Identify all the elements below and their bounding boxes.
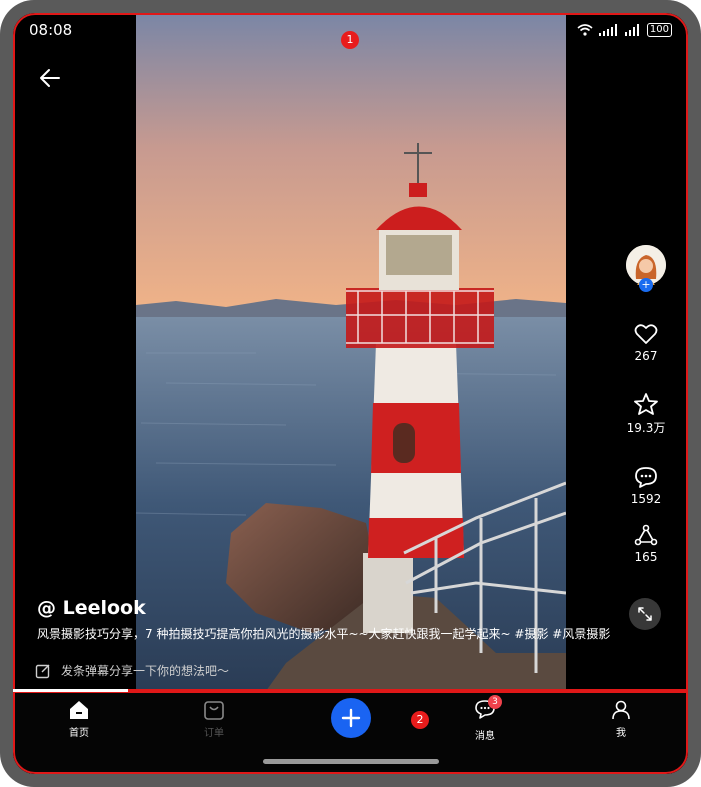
signal-icon bbox=[598, 24, 617, 36]
like-count: 267 bbox=[634, 349, 658, 363]
nav-orders[interactable]: 订单 bbox=[203, 699, 225, 739]
video-progress[interactable] bbox=[13, 689, 128, 692]
author-name[interactable]: @ Leelook bbox=[37, 597, 146, 619]
back-arrow-icon bbox=[40, 69, 60, 87]
nav-me[interactable]: 我 bbox=[610, 699, 632, 739]
nav-me-label: 我 bbox=[616, 728, 626, 739]
annotation-badge-1: 1 bbox=[341, 31, 359, 49]
danmu-placeholder: 发条弹幕分享一下你的想法吧～ bbox=[61, 664, 230, 678]
favorite-count: 19.3万 bbox=[626, 421, 666, 435]
comment-icon bbox=[635, 467, 657, 488]
device-frame: 08:08 100 + 267 19.3万 1592 165 @ Leelook… bbox=[0, 0, 701, 787]
author-avatar[interactable]: + bbox=[626, 245, 666, 292]
screen: 08:08 100 + 267 19.3万 1592 165 @ Leelook… bbox=[13, 13, 688, 774]
nav-messages-label: 消息 bbox=[475, 731, 495, 742]
video-frame[interactable] bbox=[136, 13, 566, 691]
comment-button[interactable]: 1592 bbox=[630, 466, 662, 506]
signal-icon bbox=[624, 24, 639, 36]
like-button[interactable]: 267 bbox=[634, 323, 658, 363]
share-button[interactable]: 165 bbox=[634, 524, 658, 564]
post-description: 风景摄影技巧分享，7 种拍摄技巧提高你拍风光的摄影水平~~大家赶快跟我一起学起来… bbox=[37, 627, 611, 641]
plus-icon bbox=[341, 708, 361, 728]
message-icon-wrap: 3 bbox=[474, 695, 502, 724]
home-indicator[interactable] bbox=[263, 759, 439, 764]
share-count: 165 bbox=[634, 550, 658, 564]
status-icons: 100 bbox=[577, 23, 672, 37]
nav-messages[interactable]: 3 消息 bbox=[474, 695, 502, 742]
fullscreen-button[interactable] bbox=[629, 598, 661, 630]
share-icon bbox=[634, 524, 658, 546]
nav-home-label: 首页 bbox=[69, 728, 89, 739]
bag-icon bbox=[204, 701, 224, 720]
action-rail: + 267 19.3万 1592 165 bbox=[624, 245, 668, 564]
heart-icon bbox=[634, 324, 658, 344]
person-icon bbox=[612, 700, 630, 720]
message-count-badge: 3 bbox=[488, 695, 502, 709]
nav-orders-label: 订单 bbox=[204, 728, 224, 739]
home-icon bbox=[70, 701, 88, 719]
follow-button[interactable]: + bbox=[639, 278, 653, 292]
nav-home[interactable]: 首页 bbox=[68, 699, 90, 739]
edit-icon bbox=[35, 664, 50, 678]
create-button[interactable] bbox=[331, 698, 371, 738]
expand-icon bbox=[638, 607, 652, 621]
star-icon bbox=[634, 393, 658, 415]
wifi-icon bbox=[577, 24, 593, 36]
danmu-input[interactable]: 发条弹幕分享一下你的想法吧～ bbox=[35, 662, 229, 679]
status-time: 08:08 bbox=[29, 21, 73, 39]
favorite-button[interactable]: 19.3万 bbox=[626, 393, 666, 436]
back-button[interactable] bbox=[37, 65, 63, 91]
battery-icon: 100 bbox=[646, 23, 672, 37]
comment-count: 1592 bbox=[630, 492, 662, 506]
annotation-badge-2: 2 bbox=[411, 711, 429, 729]
lighthouse-photo bbox=[136, 13, 566, 691]
